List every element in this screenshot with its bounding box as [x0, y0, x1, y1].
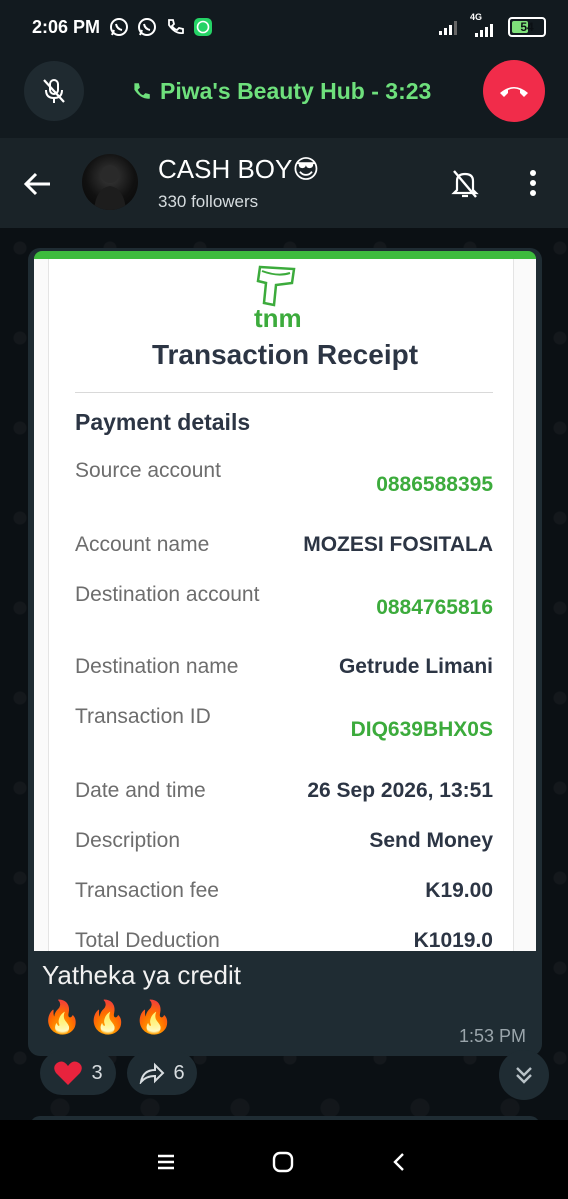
- row-label: Description: [75, 829, 181, 852]
- row-value: 0886588395: [376, 473, 493, 496]
- forward-count-chip[interactable]: 6: [127, 1051, 197, 1095]
- heart-icon: [54, 1061, 83, 1085]
- follower-count: 330 followers: [158, 192, 259, 211]
- message-time: 1:53 PM: [458, 1026, 526, 1046]
- battery-percent: 54: [520, 20, 534, 34]
- battery-indicator: 54: [508, 17, 546, 37]
- status-time: 2:06 PM: [32, 17, 101, 37]
- channel-avatar[interactable]: [82, 154, 138, 210]
- end-call-icon: [500, 87, 528, 97]
- row-label: Date and time: [75, 779, 206, 802]
- fire-emojis: 🔥🔥🔥: [42, 999, 180, 1035]
- row-label: Total Deduction: [75, 929, 220, 951]
- network-type-label: 4G: [470, 12, 483, 22]
- whatsapp-icon: [108, 16, 130, 38]
- row-value: Send Money: [369, 829, 493, 852]
- system-indicators: 4G 54: [438, 12, 546, 38]
- ongoing-call-bar[interactable]: Piwa's Beauty Hub - 3:23: [0, 54, 568, 138]
- call-label[interactable]: Piwa's Beauty Hub - 3:23: [130, 78, 431, 105]
- mic-off-icon: [43, 79, 65, 103]
- bell-off-icon: [451, 170, 479, 198]
- row-value: MOZESI FOSITALA: [303, 533, 493, 556]
- channel-name[interactable]: CASH BOY😎: [158, 154, 319, 185]
- home-icon: [272, 1151, 294, 1173]
- signal-icon: [475, 24, 493, 37]
- notification-icons: [108, 16, 214, 38]
- row-value: 26 Sep 2026, 13:51: [307, 779, 493, 802]
- receipt-divider: [75, 392, 493, 393]
- row-label: Destination name: [75, 655, 239, 678]
- receipt-title: Transaction Receipt: [151, 339, 419, 370]
- phone-icon: [134, 82, 150, 99]
- whatsapp-icon: [136, 16, 158, 38]
- back-icon: [393, 1153, 404, 1171]
- back-button[interactable]: [22, 168, 54, 200]
- receipt-image[interactable]: tnm Transaction Receipt Payment details …: [34, 251, 536, 951]
- back-nav-button[interactable]: [382, 1144, 418, 1180]
- call-title: Piwa's Beauty Hub - 3:23: [160, 78, 432, 104]
- row-value: K19.00: [425, 879, 493, 902]
- mute-notifications-button[interactable]: [448, 166, 482, 200]
- heart-count: 3: [91, 1061, 103, 1084]
- row-label: Source account: [75, 459, 221, 482]
- network-indicator: 4G: [470, 12, 500, 38]
- more-options-button[interactable]: [522, 166, 544, 200]
- row-label: Transaction ID: [75, 705, 211, 728]
- chat-area[interactable]: tnm Transaction Receipt Payment details …: [0, 228, 568, 1128]
- arrow-left-icon: [23, 172, 50, 196]
- screen: 2:06 PM 4G 54 Piwa's Beauty Hub - 3:23 C…: [0, 0, 568, 1199]
- row-label: Account name: [75, 533, 210, 556]
- double-chevron-down-icon: [516, 1067, 532, 1084]
- recents-icon: [158, 1154, 174, 1170]
- tnm-logo-text: tnm: [254, 303, 302, 333]
- row-value: K1019.0: [413, 929, 493, 951]
- payment-details-heading: Payment details: [75, 409, 251, 435]
- heart-reaction-chip[interactable]: 3: [40, 1051, 116, 1095]
- scroll-to-bottom-button[interactable]: [499, 1050, 549, 1100]
- status-bar: 2:06 PM 4G 54: [0, 0, 568, 54]
- tnm-logo: tnm: [234, 263, 324, 333]
- row-value: 0884765816: [376, 596, 493, 619]
- forward-count: 6: [173, 1061, 185, 1084]
- recents-button[interactable]: [148, 1144, 184, 1180]
- forward-icon: [140, 1062, 165, 1084]
- home-button[interactable]: [265, 1144, 301, 1180]
- phone-icon: [164, 16, 186, 38]
- channel-message[interactable]: tnm Transaction Receipt Payment details …: [28, 248, 542, 1056]
- row-label: Destination account: [75, 583, 260, 606]
- more-vertical-icon: [530, 170, 536, 196]
- whatsapp-business-icon: [192, 16, 214, 38]
- row-value: DIQ639BHX0S: [350, 718, 493, 741]
- message-caption: Yatheka ya credit: [42, 960, 241, 990]
- row-value: Getrude Limani: [338, 655, 493, 678]
- mute-button[interactable]: [24, 61, 84, 121]
- channel-header: CASH BOY😎 330 followers: [0, 138, 568, 228]
- system-navigation-bar: [0, 1120, 568, 1199]
- end-call-button[interactable]: [483, 60, 545, 122]
- row-label: Transaction fee: [75, 879, 219, 902]
- signal-icon: [439, 21, 457, 35]
